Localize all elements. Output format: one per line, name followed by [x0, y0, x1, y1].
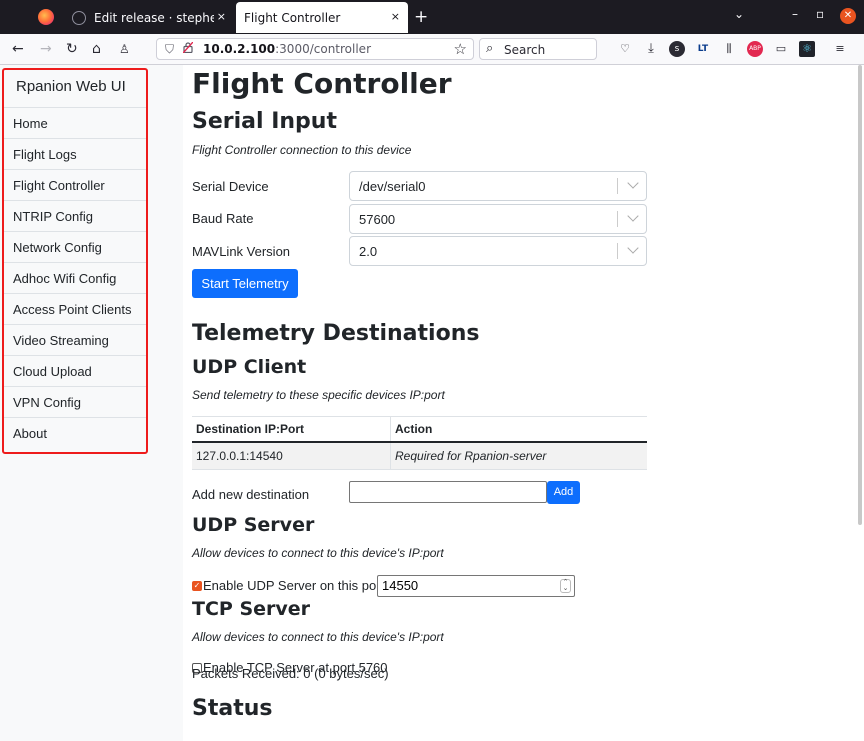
- url-text: 10.0.2.100:3000/controller: [203, 42, 371, 56]
- udp-server-port-value: 14550: [382, 578, 419, 593]
- minimize-icon[interactable]: –: [792, 7, 798, 21]
- list-all-tabs-icon[interactable]: ⌄: [734, 7, 744, 21]
- column-header-action: Action: [390, 416, 647, 443]
- home-icon[interactable]: ⌂: [92, 40, 101, 58]
- new-tab-button[interactable]: +: [414, 7, 428, 27]
- add-destination-label: Add new destination: [192, 487, 310, 502]
- tab-title: Edit release · stephendade: [94, 10, 214, 25]
- sidebar-item-vpn-config[interactable]: VPN Config: [4, 386, 146, 417]
- udp-server-checkbox[interactable]: ✓: [192, 581, 202, 591]
- window-close-icon[interactable]: ✕: [840, 8, 856, 24]
- tcp-server-heading: TCP Server: [192, 598, 311, 620]
- sidebar-item-network-config[interactable]: Network Config: [4, 231, 146, 262]
- destinations-table: Destination IP:Port Action 127.0.0.1:145…: [192, 416, 647, 470]
- insecure-lock-icon[interactable]: [183, 42, 193, 53]
- start-telemetry-button[interactable]: Start Telemetry: [192, 269, 298, 298]
- reader-icon[interactable]: ▭: [773, 41, 789, 57]
- search-placeholder: Search: [504, 43, 546, 57]
- navigation-toolbar: ← → ↻ ⌂ ♙ ⛉ 10.0.2.100:3000/controller ☆…: [0, 34, 864, 65]
- sidebar-item-ntrip-config[interactable]: NTRIP Config: [4, 200, 146, 231]
- baud-rate-select[interactable]: 57600: [349, 204, 647, 234]
- chevron-down-icon: [627, 210, 639, 222]
- adblock-icon[interactable]: ABP: [747, 41, 763, 57]
- back-icon[interactable]: ←: [12, 40, 24, 58]
- react-devtools-icon[interactable]: ⚛: [799, 41, 815, 57]
- tab-close-icon[interactable]: ×: [217, 10, 226, 24]
- action-cell: Required for Rpanion-server: [390, 442, 647, 470]
- table-header-row: Destination IP:Port Action: [192, 416, 647, 443]
- udp-server-heading: UDP Server: [192, 514, 315, 536]
- serial-device-label: Serial Device: [192, 179, 269, 194]
- telemetry-destinations-heading: Telemetry Destinations: [192, 321, 480, 346]
- tab-edit-release[interactable]: Edit release · stephendade ×: [66, 2, 234, 33]
- serial-device-value: /dev/serial0: [359, 179, 426, 194]
- udp-server-port-input[interactable]: 14550 ⌃ ⌄: [377, 575, 575, 597]
- baud-rate-label: Baud Rate: [192, 211, 254, 226]
- mavlink-version-label: MAVLink Version: [192, 244, 291, 259]
- search-icon: ⌕: [486, 41, 494, 56]
- brand-title[interactable]: Rpanion Web UI: [16, 78, 126, 95]
- downloads-icon[interactable]: ⤓: [643, 41, 659, 57]
- sidebar-item-flight-controller[interactable]: Flight Controller: [4, 169, 146, 200]
- bookmark-star-icon[interactable]: ☆: [454, 40, 467, 58]
- url-bar[interactable]: ⛉ 10.0.2.100:3000/controller ☆: [156, 38, 474, 60]
- tab-title: Flight Controller: [244, 10, 341, 25]
- sidebar-item-about[interactable]: About: [4, 417, 146, 448]
- destination-cell: 127.0.0.1:14540: [192, 442, 391, 470]
- extension-s-icon[interactable]: s: [669, 41, 685, 57]
- chevron-down-icon: [627, 177, 639, 189]
- page-viewport: Rpanion Web UI Home Flight Logs Flight C…: [0, 65, 864, 741]
- github-icon: [72, 10, 86, 25]
- page-scrollbar[interactable]: [858, 65, 862, 525]
- add-destination-button[interactable]: Add: [547, 481, 580, 504]
- browser-tab-bar: Edit release · stephendade × Flight Cont…: [0, 0, 864, 34]
- languagetool-icon[interactable]: LT: [695, 41, 711, 57]
- maximize-icon[interactable]: ▫: [816, 7, 824, 21]
- sidebar: Rpanion Web UI Home Flight Logs Flight C…: [0, 65, 183, 741]
- firefox-logo-icon[interactable]: [38, 9, 54, 25]
- select-separator: [617, 178, 618, 194]
- sidebar-item-flight-logs[interactable]: Flight Logs: [4, 138, 146, 169]
- serial-device-select[interactable]: /dev/serial0: [349, 171, 647, 201]
- sidebar-item-access-point-clients[interactable]: Access Point Clients: [4, 293, 146, 324]
- tracking-shield-icon[interactable]: ⛉: [165, 42, 174, 57]
- status-heading: Status: [192, 696, 273, 721]
- select-separator: [617, 243, 618, 259]
- library-icon[interactable]: ⫼: [721, 41, 737, 57]
- tab-flight-controller[interactable]: Flight Controller ×: [236, 2, 408, 33]
- chevron-down-icon: [627, 242, 639, 254]
- page-title: Flight Controller: [192, 67, 452, 100]
- reload-icon[interactable]: ↻: [66, 40, 78, 58]
- sidebar-nav: Home Flight Logs Flight Controller NTRIP…: [4, 107, 146, 448]
- select-separator: [617, 211, 618, 227]
- table-row: 127.0.0.1:14540 Required for Rpanion-ser…: [192, 442, 647, 470]
- menu-icon[interactable]: ≡: [832, 41, 848, 57]
- mavlink-version-select[interactable]: 2.0: [349, 236, 647, 266]
- sidebar-item-video-streaming[interactable]: Video Streaming: [4, 324, 146, 355]
- baud-rate-value: 57600: [359, 212, 396, 227]
- sidebar-item-adhoc-wifi-config[interactable]: Adhoc Wifi Config: [4, 262, 146, 293]
- forward-icon[interactable]: →: [40, 40, 52, 58]
- tcp-server-subtitle: Allow devices to connect to this device'…: [192, 630, 444, 644]
- serial-input-subtitle: Flight Controller connection to this dev…: [192, 143, 412, 157]
- udp-client-subtitle: Send telemetry to these specific devices…: [192, 388, 445, 402]
- sidebar-item-home[interactable]: Home: [4, 107, 146, 138]
- udp-server-subtitle: Allow devices to connect to this device'…: [192, 546, 444, 560]
- tab-close-icon[interactable]: ×: [391, 10, 400, 24]
- search-box[interactable]: ⌕ Search: [479, 38, 597, 60]
- packets-received-text: Packets Received: 0 (0 bytes/sec): [192, 666, 389, 681]
- mavlink-version-value: 2.0: [359, 244, 378, 259]
- serial-input-heading: Serial Input: [192, 109, 337, 134]
- add-destination-input[interactable]: [349, 481, 547, 503]
- udp-server-checkbox-label[interactable]: Enable UDP Server on this port:: [203, 578, 388, 593]
- extension-icon[interactable]: ♙: [119, 40, 130, 58]
- spinner-icon[interactable]: ⌃ ⌄: [560, 579, 571, 593]
- column-header-destination: Destination IP:Port: [192, 416, 391, 443]
- pocket-icon[interactable]: ♡: [617, 41, 633, 57]
- sidebar-item-cloud-upload[interactable]: Cloud Upload: [4, 355, 146, 386]
- udp-client-heading: UDP Client: [192, 356, 307, 378]
